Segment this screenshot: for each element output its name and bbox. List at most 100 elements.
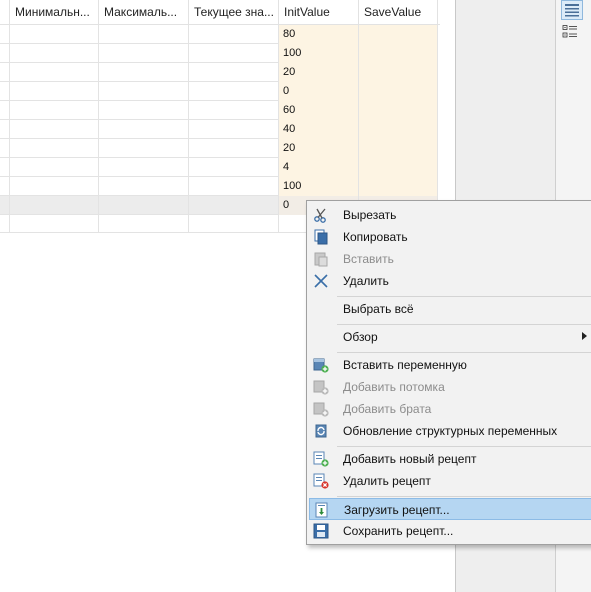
max-cell[interactable] bbox=[99, 120, 189, 139]
menu-item-label: Добавить новый рецепт bbox=[343, 452, 477, 466]
menu-item-select-all[interactable]: Выбрать всё bbox=[309, 298, 591, 320]
max-cell[interactable] bbox=[99, 139, 189, 158]
table-row[interactable]: 40 bbox=[0, 120, 438, 139]
current-cell[interactable] bbox=[189, 158, 279, 177]
column-header-initvalue[interactable]: InitValue bbox=[279, 0, 359, 24]
max-cell[interactable] bbox=[99, 196, 189, 215]
initvalue-cell[interactable]: 60 bbox=[279, 101, 359, 120]
current-cell[interactable] bbox=[189, 82, 279, 101]
max-cell[interactable] bbox=[99, 158, 189, 177]
current-cell[interactable] bbox=[189, 196, 279, 215]
initvalue-text: 20 bbox=[283, 142, 296, 154]
min-cell[interactable] bbox=[10, 196, 99, 215]
min-cell[interactable] bbox=[10, 82, 99, 101]
table-row[interactable]: 100 bbox=[0, 44, 438, 63]
menu-item-refresh-structure[interactable]: Обновление структурных переменных bbox=[309, 420, 591, 442]
column-header-current[interactable]: Текущее зна... bbox=[189, 0, 279, 24]
column-header-max[interactable]: Максималь... bbox=[99, 0, 189, 24]
menu-item-add-sibling[interactable]: Добавить брата bbox=[309, 398, 591, 420]
savevalue-cell[interactable] bbox=[359, 25, 438, 44]
current-cell[interactable] bbox=[189, 25, 279, 44]
min-cell[interactable] bbox=[10, 63, 99, 82]
current-cell[interactable] bbox=[189, 101, 279, 120]
row-indicator bbox=[0, 215, 10, 233]
menu-item-paste[interactable]: Вставить bbox=[309, 248, 591, 270]
initvalue-cell[interactable]: 0 bbox=[279, 82, 359, 101]
current-cell[interactable] bbox=[189, 215, 279, 233]
grid-header-row-indicator bbox=[0, 0, 10, 24]
min-cell[interactable] bbox=[10, 25, 99, 44]
current-cell[interactable] bbox=[189, 139, 279, 158]
context-menu: Вырезать Копировать Вставить Удалить Выб… bbox=[306, 200, 591, 545]
menu-item-delete[interactable]: Удалить bbox=[309, 270, 591, 292]
menu-item-label: Вставить bbox=[343, 252, 394, 266]
savevalue-cell[interactable] bbox=[359, 139, 438, 158]
categorized-view-button[interactable] bbox=[561, 0, 583, 20]
table-row[interactable]: 100 bbox=[0, 177, 438, 196]
max-cell[interactable] bbox=[99, 177, 189, 196]
min-cell[interactable] bbox=[10, 215, 99, 233]
initvalue-cell[interactable]: 20 bbox=[279, 63, 359, 82]
table-row[interactable]: 60 bbox=[0, 101, 438, 120]
savevalue-cell[interactable] bbox=[359, 120, 438, 139]
initvalue-cell[interactable]: 20 bbox=[279, 139, 359, 158]
table-row[interactable]: 80 bbox=[0, 25, 438, 44]
current-cell[interactable] bbox=[189, 177, 279, 196]
menu-item-copy[interactable]: Копировать bbox=[309, 226, 591, 248]
column-header-min[interactable]: Минимальн... bbox=[10, 0, 99, 24]
tree-view-button[interactable] bbox=[561, 23, 583, 43]
max-cell[interactable] bbox=[99, 44, 189, 63]
initvalue-cell[interactable]: 100 bbox=[279, 177, 359, 196]
max-cell[interactable] bbox=[99, 25, 189, 44]
menu-item-browse[interactable]: Обзор bbox=[309, 326, 591, 348]
savevalue-cell[interactable] bbox=[359, 44, 438, 63]
max-cell[interactable] bbox=[99, 82, 189, 101]
menu-item-label: Загрузить рецепт... bbox=[344, 503, 450, 517]
tree-view-icon bbox=[562, 25, 577, 38]
menu-item-add-child[interactable]: Добавить потомка bbox=[309, 376, 591, 398]
menu-item-load-recipe[interactable]: Загрузить рецепт... bbox=[309, 498, 591, 520]
current-cell[interactable] bbox=[189, 120, 279, 139]
min-cell[interactable] bbox=[10, 44, 99, 63]
list-view-icon bbox=[565, 4, 579, 17]
column-header-savevalue[interactable]: SaveValue bbox=[359, 0, 438, 24]
row-indicator bbox=[0, 196, 10, 215]
menu-item-add-recipe[interactable]: Добавить новый рецепт bbox=[309, 448, 591, 470]
menu-item-label: Добавить потомка bbox=[343, 380, 445, 394]
copy-icon bbox=[314, 229, 328, 245]
load-recipe-icon bbox=[315, 502, 328, 518]
table-row[interactable]: 20 bbox=[0, 139, 438, 158]
savevalue-cell[interactable] bbox=[359, 63, 438, 82]
grid-header: Минимальн... Максималь... Текущее зна...… bbox=[0, 0, 440, 25]
min-cell[interactable] bbox=[10, 101, 99, 120]
insert-variable-icon bbox=[313, 358, 329, 373]
savevalue-cell[interactable] bbox=[359, 158, 438, 177]
min-cell[interactable] bbox=[10, 177, 99, 196]
initvalue-cell[interactable]: 100 bbox=[279, 44, 359, 63]
current-cell[interactable] bbox=[189, 63, 279, 82]
menu-item-label: Вставить переменную bbox=[343, 358, 467, 372]
initvalue-cell[interactable]: 80 bbox=[279, 25, 359, 44]
min-cell[interactable] bbox=[10, 139, 99, 158]
savevalue-cell[interactable] bbox=[359, 177, 438, 196]
current-cell[interactable] bbox=[189, 44, 279, 63]
max-cell[interactable] bbox=[99, 215, 189, 233]
menu-item-cut[interactable]: Вырезать bbox=[309, 204, 591, 226]
refresh-structure-icon bbox=[315, 424, 327, 438]
table-row[interactable]: 4 bbox=[0, 158, 438, 177]
min-cell[interactable] bbox=[10, 158, 99, 177]
row-indicator bbox=[0, 44, 10, 63]
savevalue-cell[interactable] bbox=[359, 82, 438, 101]
initvalue-cell[interactable]: 4 bbox=[279, 158, 359, 177]
menu-item-insert-variable[interactable]: Вставить переменную bbox=[309, 354, 591, 376]
max-cell[interactable] bbox=[99, 63, 189, 82]
min-cell[interactable] bbox=[10, 120, 99, 139]
menu-item-save-recipe[interactable]: Сохранить рецепт... bbox=[309, 520, 591, 542]
menu-item-delete-recipe[interactable]: Удалить рецепт bbox=[309, 470, 591, 492]
max-cell[interactable] bbox=[99, 101, 189, 120]
menu-item-label: Удалить рецепт bbox=[343, 474, 431, 488]
table-row[interactable]: 20 bbox=[0, 63, 438, 82]
table-row[interactable]: 0 bbox=[0, 82, 438, 101]
initvalue-cell[interactable]: 40 bbox=[279, 120, 359, 139]
savevalue-cell[interactable] bbox=[359, 101, 438, 120]
